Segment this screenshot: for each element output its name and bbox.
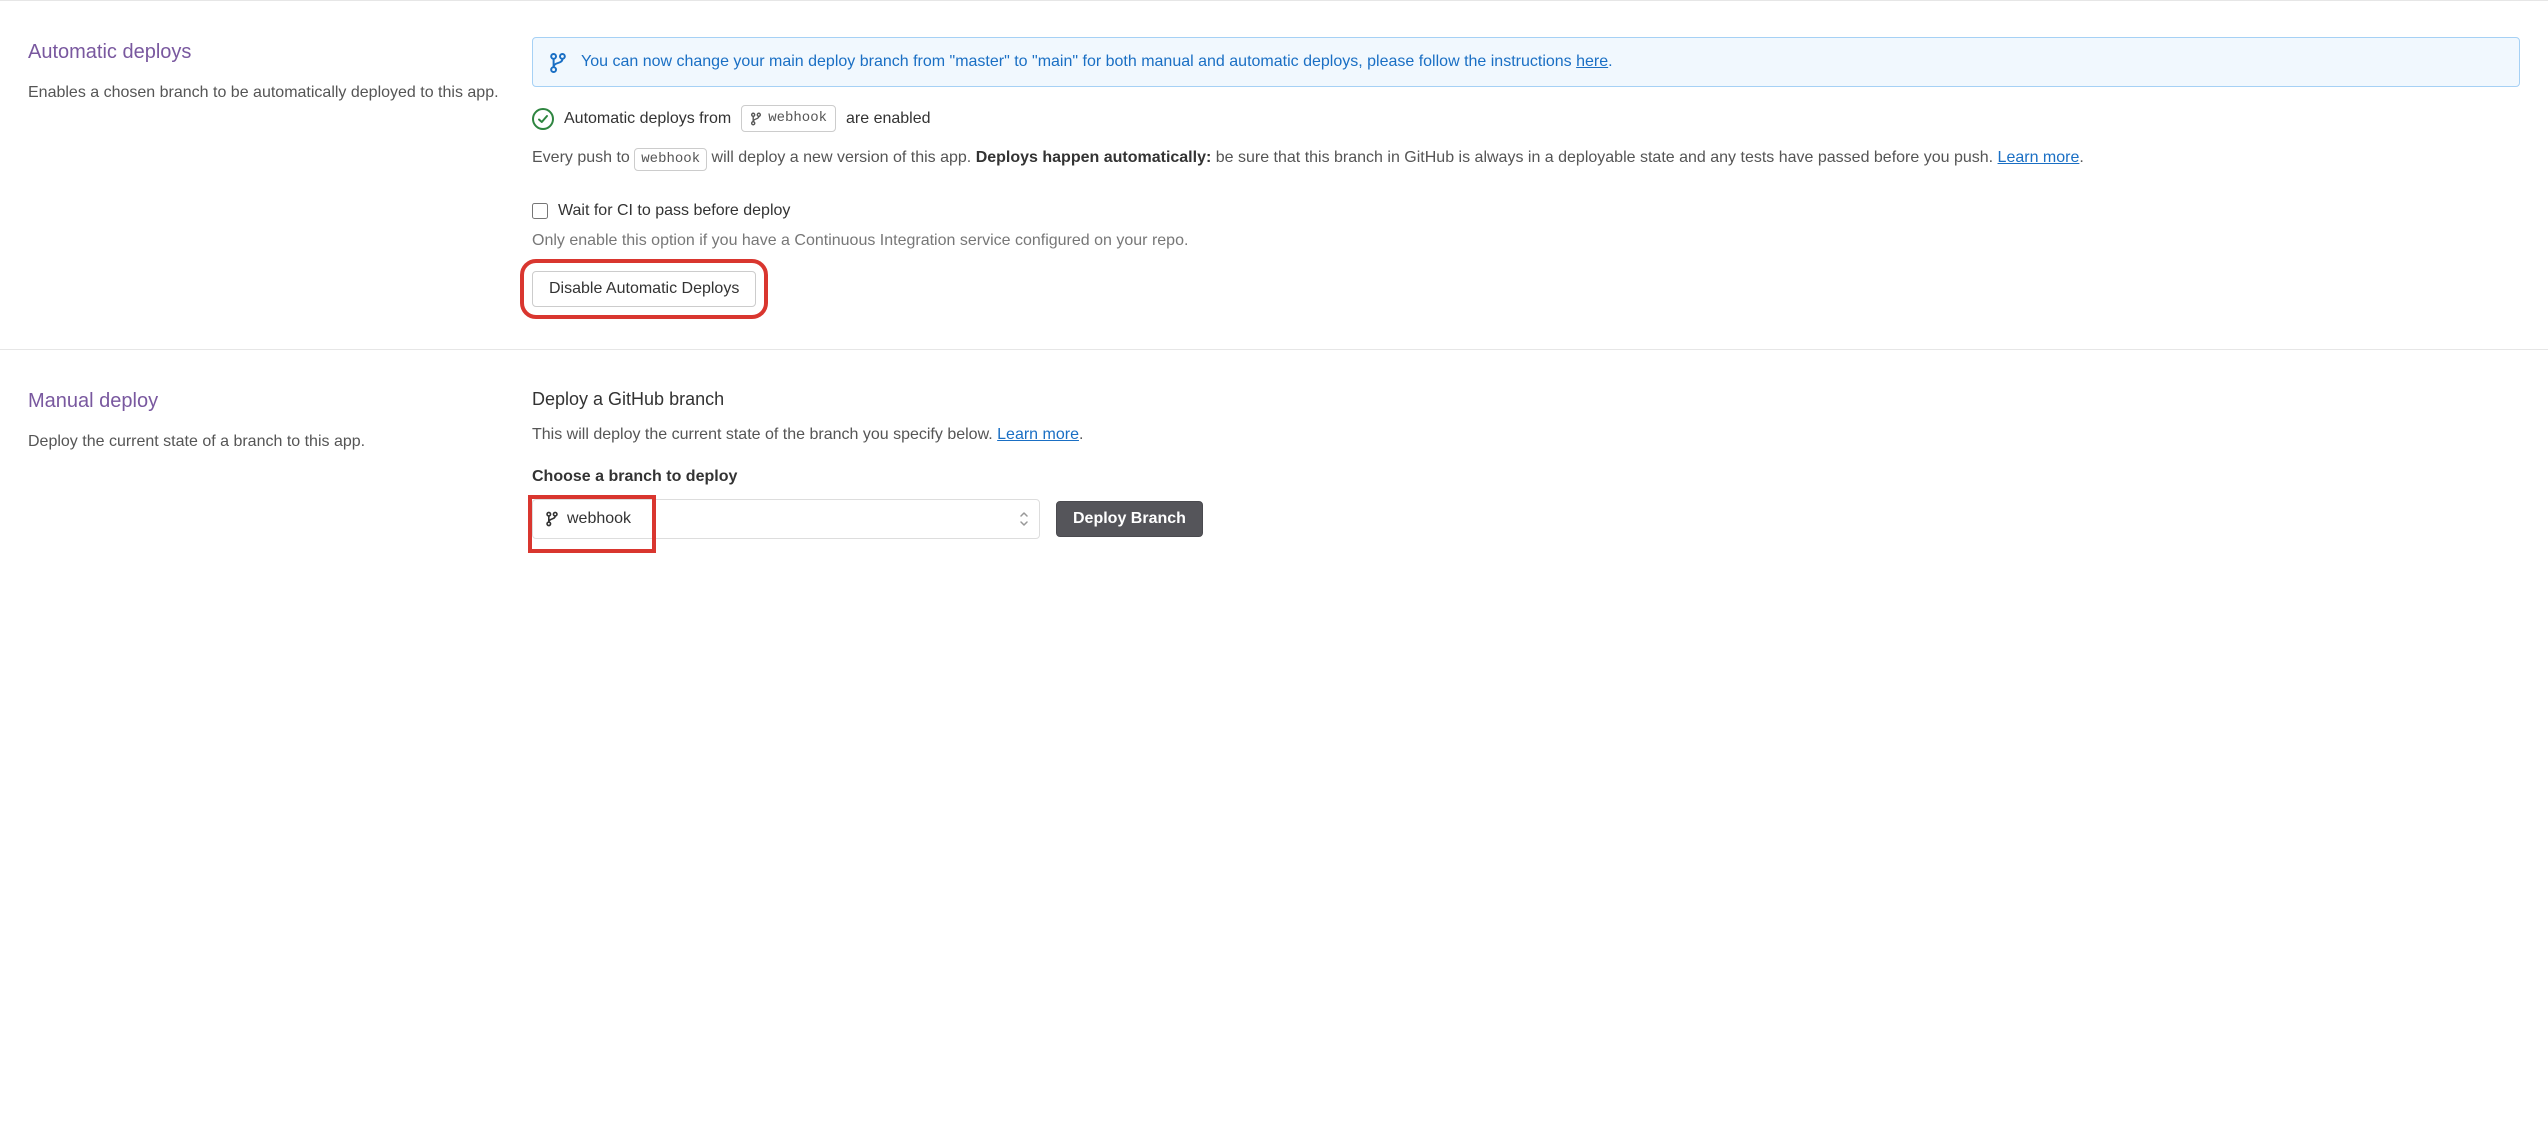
push-description: Every push to webhook will deploy a new … bbox=[532, 146, 2520, 171]
automatic-description: Enables a chosen branch to be automatica… bbox=[28, 81, 508, 105]
branch-select-wrap: webhook bbox=[532, 499, 1040, 539]
manual-left-col: Manual deploy Deploy the current state o… bbox=[28, 386, 532, 539]
manual-right-col: Deploy a GitHub branch This will deploy … bbox=[532, 386, 2520, 539]
push-branch-pill: webhook bbox=[634, 148, 707, 171]
git-branch-icon bbox=[545, 511, 559, 527]
manual-sub-body-before: This will deploy the current state of th… bbox=[532, 426, 997, 443]
push-rest: be sure that this branch in GitHub is al… bbox=[1211, 149, 1997, 166]
manual-deploy-section: Manual deploy Deploy the current state o… bbox=[0, 349, 2548, 619]
git-branch-icon bbox=[750, 112, 762, 126]
banner-text-before: You can now change your main deploy bran… bbox=[581, 53, 1576, 70]
deploy-branch-button[interactable]: Deploy Branch bbox=[1056, 501, 1203, 537]
automatic-heading: Automatic deploys bbox=[28, 37, 508, 67]
auto-deploy-status-row: Automatic deploys from webhook are enabl… bbox=[532, 105, 2520, 132]
manual-learn-more-link[interactable]: Learn more bbox=[997, 426, 1079, 443]
auto-learn-more-link[interactable]: Learn more bbox=[1998, 149, 2080, 166]
status-branch-name: webhook bbox=[768, 108, 827, 129]
ci-block: Wait for CI to pass before deploy Only e… bbox=[532, 199, 2520, 253]
status-after: are enabled bbox=[846, 107, 931, 131]
status-branch-pill: webhook bbox=[741, 105, 836, 132]
branch-select[interactable]: webhook bbox=[532, 499, 1040, 539]
banner-text: You can now change your main deploy bran… bbox=[581, 50, 1613, 74]
ci-label-text: Wait for CI to pass before deploy bbox=[558, 199, 790, 223]
automatic-deploys-section: Automatic deploys Enables a chosen branc… bbox=[0, 1, 2548, 349]
updown-caret-icon bbox=[1019, 511, 1029, 527]
check-circle-icon bbox=[532, 108, 554, 130]
selected-branch-name: webhook bbox=[567, 507, 631, 531]
push-before: Every push to bbox=[532, 149, 634, 166]
automatic-right-col: You can now change your main deploy bran… bbox=[532, 37, 2520, 307]
status-before: Automatic deploys from bbox=[564, 107, 731, 131]
deploy-github-branch-heading: Deploy a GitHub branch bbox=[532, 386, 2520, 413]
disable-automatic-deploys-button[interactable]: Disable Automatic Deploys bbox=[532, 271, 756, 307]
manual-heading: Manual deploy bbox=[28, 386, 508, 416]
wait-for-ci-checkbox[interactable] bbox=[532, 203, 548, 219]
push-after: will deploy a new version of this app. bbox=[707, 149, 976, 166]
manual-sub-body: This will deploy the current state of th… bbox=[532, 423, 2520, 447]
banner-here-link[interactable]: here bbox=[1576, 53, 1608, 70]
choose-branch-label: Choose a branch to deploy bbox=[532, 465, 2520, 489]
main-branch-info-banner: You can now change your main deploy bran… bbox=[532, 37, 2520, 87]
push-bold: Deploys happen automatically: bbox=[976, 149, 1212, 166]
banner-text-after: . bbox=[1608, 53, 1612, 70]
ci-checkbox-label[interactable]: Wait for CI to pass before deploy bbox=[532, 199, 2520, 223]
push-branch-name: webhook bbox=[641, 149, 700, 170]
automatic-left-col: Automatic deploys Enables a chosen branc… bbox=[28, 37, 532, 307]
git-branch-icon bbox=[549, 50, 567, 74]
manual-description: Deploy the current state of a branch to … bbox=[28, 430, 508, 454]
ci-hint: Only enable this option if you have a Co… bbox=[532, 229, 2520, 253]
branch-row: webhook Deploy Branch bbox=[532, 499, 2520, 539]
